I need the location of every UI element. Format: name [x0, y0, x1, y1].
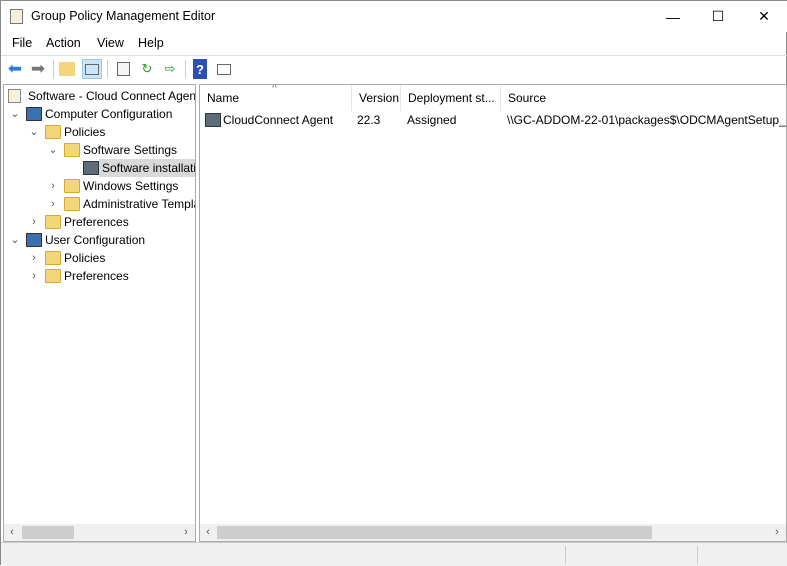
title-bar: Group Policy Management Editor — ☐ ✕ — [1, 1, 787, 32]
tree-item[interactable]: › Preferences — [4, 213, 195, 231]
menu-bar: File Action View Help — [1, 33, 787, 54]
sort-ascending-icon: ^ — [272, 84, 277, 94]
tree-item[interactable]: › Policies — [4, 249, 195, 267]
tree-item[interactable]: › Windows Settings — [4, 177, 195, 195]
show-hide-tree-icon[interactable] — [82, 59, 102, 79]
column-header-name[interactable]: Name ^ — [200, 85, 352, 111]
status-bar — [1, 542, 787, 566]
menu-view[interactable]: View — [97, 36, 124, 50]
tree-item[interactable]: ⌄ User Configuration — [4, 231, 195, 249]
tree-item-label: Administrative Templates — [83, 197, 195, 211]
toolbar: ⬅ ➡ ↻ ⇨ ? — [1, 55, 787, 81]
tree-item-label: Software - Cloud Connect Agent — [28, 89, 196, 103]
chevron-down-icon[interactable]: ⌄ — [29, 123, 39, 141]
menu-action[interactable]: Action — [46, 36, 81, 50]
app-icon — [10, 9, 23, 24]
forward-icon[interactable]: ➡ — [28, 59, 48, 79]
properties-icon[interactable] — [113, 59, 133, 79]
tree-root[interactable]: Software - Cloud Connect Agent — [4, 87, 196, 105]
cell-source: \\GC-ADDOM-22-01\packages$\ODCMAgentSetu… — [507, 113, 786, 127]
up-folder-icon[interactable] — [59, 62, 75, 76]
column-header-deployment-state[interactable]: Deployment st... — [401, 85, 501, 111]
scroll-right-icon[interactable]: › — [181, 526, 191, 538]
policy-scroll-icon — [8, 89, 21, 103]
tree-pane: Software - Cloud Connect Agent ⌄ Computer… — [3, 84, 196, 542]
tree-item[interactable]: ⌄ Policies — [4, 123, 195, 141]
scroll-thumb[interactable] — [22, 526, 74, 539]
details-pane: Name ^ Version Deployment st... Source Cl… — [199, 84, 787, 542]
tree-item-label: Computer Configuration — [45, 107, 173, 121]
menu-file[interactable]: File — [12, 36, 32, 50]
chevron-right-icon[interactable]: › — [48, 195, 58, 213]
tree-item-label: Policies — [64, 125, 106, 139]
tree-item-label: User Configuration — [45, 233, 146, 247]
chevron-right-icon[interactable]: › — [48, 177, 58, 195]
tree-item-label: Policies — [64, 251, 106, 265]
tree-item-label: Windows Settings — [83, 179, 179, 193]
refresh-icon[interactable]: ↻ — [137, 59, 157, 79]
scroll-left-icon[interactable]: ‹ — [203, 526, 213, 538]
tree-item[interactable]: ⌄ Computer Configuration — [4, 105, 195, 123]
column-header-version[interactable]: Version — [352, 85, 401, 111]
scroll-thumb[interactable] — [217, 526, 652, 539]
cell-name: CloudConnect Agent — [223, 113, 334, 127]
chevron-down-icon[interactable]: ⌄ — [10, 231, 20, 249]
folder-icon — [45, 125, 61, 139]
user-icon — [26, 233, 42, 247]
tree-item-label: Software installation — [99, 159, 195, 177]
folder-icon — [45, 269, 61, 283]
maximize-button[interactable]: ☐ — [695, 1, 741, 32]
folder-icon — [64, 179, 80, 193]
window-title: Group Policy Management Editor — [31, 9, 216, 23]
tree-item[interactable]: ⌄ Software Settings — [4, 141, 195, 159]
package-icon — [205, 113, 221, 127]
folder-icon — [64, 197, 80, 211]
folder-icon — [45, 215, 61, 229]
chevron-right-icon[interactable]: › — [29, 213, 39, 231]
tree-horizontal-scrollbar[interactable]: ‹ › — [4, 524, 195, 541]
software-installation-icon — [83, 161, 99, 175]
tree-item-label: Software Settings — [83, 143, 178, 157]
tree-item-label: Preferences — [64, 269, 129, 283]
chevron-right-icon[interactable]: › — [29, 249, 39, 267]
computer-icon — [26, 107, 42, 121]
show-action-pane-icon[interactable] — [214, 59, 234, 79]
back-icon[interactable]: ⬅ — [5, 59, 25, 79]
help-icon[interactable]: ? — [193, 59, 207, 79]
tree-item[interactable]: › Administrative Templates — [4, 195, 195, 213]
column-header-source[interactable]: Source — [501, 85, 786, 111]
cell-version: 22.3 — [357, 113, 381, 127]
details-horizontal-scrollbar[interactable]: ‹ › — [200, 524, 786, 541]
export-list-icon[interactable]: ⇨ — [160, 59, 180, 79]
table-row[interactable]: CloudConnect Agent 22.3 Assigned \\GC-AD… — [200, 111, 786, 129]
menu-help[interactable]: Help — [138, 36, 164, 50]
tree-item[interactable]: › Preferences — [4, 267, 195, 285]
close-button[interactable]: ✕ — [741, 1, 787, 32]
tree-item-label: Preferences — [64, 215, 129, 229]
folder-icon — [45, 251, 61, 265]
scroll-left-icon[interactable]: ‹ — [7, 526, 17, 538]
cell-deployment: Assigned — [407, 113, 457, 127]
chevron-right-icon[interactable]: › — [29, 267, 39, 285]
folder-icon — [64, 143, 80, 157]
chevron-down-icon[interactable]: ⌄ — [48, 141, 58, 159]
minimize-button[interactable]: — — [650, 1, 696, 32]
chevron-down-icon[interactable]: ⌄ — [10, 105, 20, 123]
tree-item[interactable]: Software installation — [4, 159, 195, 177]
scroll-right-icon[interactable]: › — [772, 526, 782, 538]
